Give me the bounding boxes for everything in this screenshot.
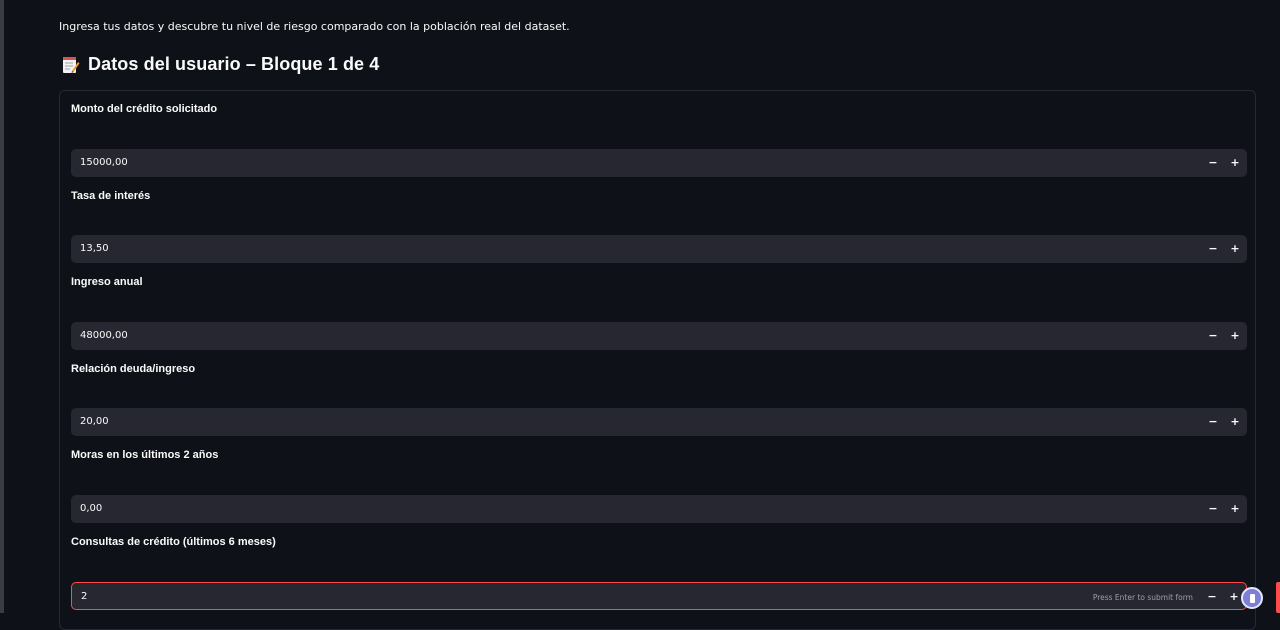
- field-label: Tasa de interés: [71, 190, 151, 202]
- form-container: Monto del crédito solicitado 15000,00 − …: [59, 90, 1256, 630]
- number-input-moras[interactable]: 0,00 − +: [71, 495, 1247, 523]
- form-title-text: Datos del usuario – Bloque 1 de 4: [88, 54, 380, 74]
- number-input-monto[interactable]: 15000,00 − +: [71, 149, 1247, 177]
- decrement-button[interactable]: −: [1203, 322, 1223, 350]
- memo-icon: [62, 55, 80, 75]
- decrement-button[interactable]: −: [1203, 149, 1223, 177]
- input-value[interactable]: 48000,00: [80, 322, 128, 350]
- field-monto: Monto del crédito solicitado 15000,00 − …: [71, 103, 1247, 177]
- field-tasa: Tasa de interés 13,50 − +: [71, 190, 1247, 263]
- increment-button[interactable]: +: [1225, 149, 1245, 177]
- input-value[interactable]: 13,50: [80, 235, 109, 263]
- input-value[interactable]: 0,00: [80, 495, 102, 523]
- status-widget-icon[interactable]: [1241, 587, 1263, 609]
- left-window-edge: [0, 0, 4, 613]
- decrement-button[interactable]: −: [1203, 235, 1223, 263]
- submit-hint: Press Enter to submit form: [1092, 593, 1193, 602]
- field-label: Moras en los últimos 2 años: [71, 449, 219, 461]
- decrement-button[interactable]: −: [1203, 495, 1223, 523]
- decrement-button[interactable]: −: [1202, 583, 1222, 611]
- increment-button[interactable]: +: [1225, 322, 1245, 350]
- input-value[interactable]: 15000,00: [80, 149, 128, 177]
- field-consultas: Consultas de crédito (últimos 6 meses) 2…: [71, 536, 1247, 610]
- number-input-ingreso[interactable]: 48000,00 − +: [71, 322, 1247, 350]
- number-input-deuda[interactable]: 20,00 − +: [71, 408, 1247, 436]
- intro-text: Ingresa tus datos y descubre tu nivel de…: [59, 20, 570, 33]
- field-label: Ingreso anual: [71, 276, 143, 288]
- number-input-tasa[interactable]: 13,50 − +: [71, 235, 1247, 263]
- number-input-consultas[interactable]: 2 Press Enter to submit form − +: [71, 582, 1247, 610]
- field-label: Monto del crédito solicitado: [71, 103, 218, 115]
- field-label: Consultas de crédito (últimos 6 meses): [71, 536, 276, 548]
- increment-button[interactable]: +: [1225, 408, 1245, 436]
- field-ingreso: Ingreso anual 48000,00 − +: [71, 276, 1247, 350]
- increment-button[interactable]: +: [1225, 495, 1245, 523]
- field-label: Relación deuda/ingreso: [71, 363, 196, 375]
- field-moras: Moras en los últimos 2 años 0,00 − +: [71, 449, 1247, 523]
- input-value[interactable]: 20,00: [80, 408, 109, 436]
- input-value[interactable]: 2: [81, 583, 87, 611]
- status-bar-glyph: [1250, 594, 1255, 603]
- increment-button[interactable]: +: [1225, 235, 1245, 263]
- field-deuda: Relación deuda/ingreso 20,00 − +: [71, 363, 1247, 436]
- form-title: Datos del usuario – Bloque 1 de 4: [62, 54, 379, 75]
- edge-accent: [1276, 582, 1280, 613]
- decrement-button[interactable]: −: [1203, 408, 1223, 436]
